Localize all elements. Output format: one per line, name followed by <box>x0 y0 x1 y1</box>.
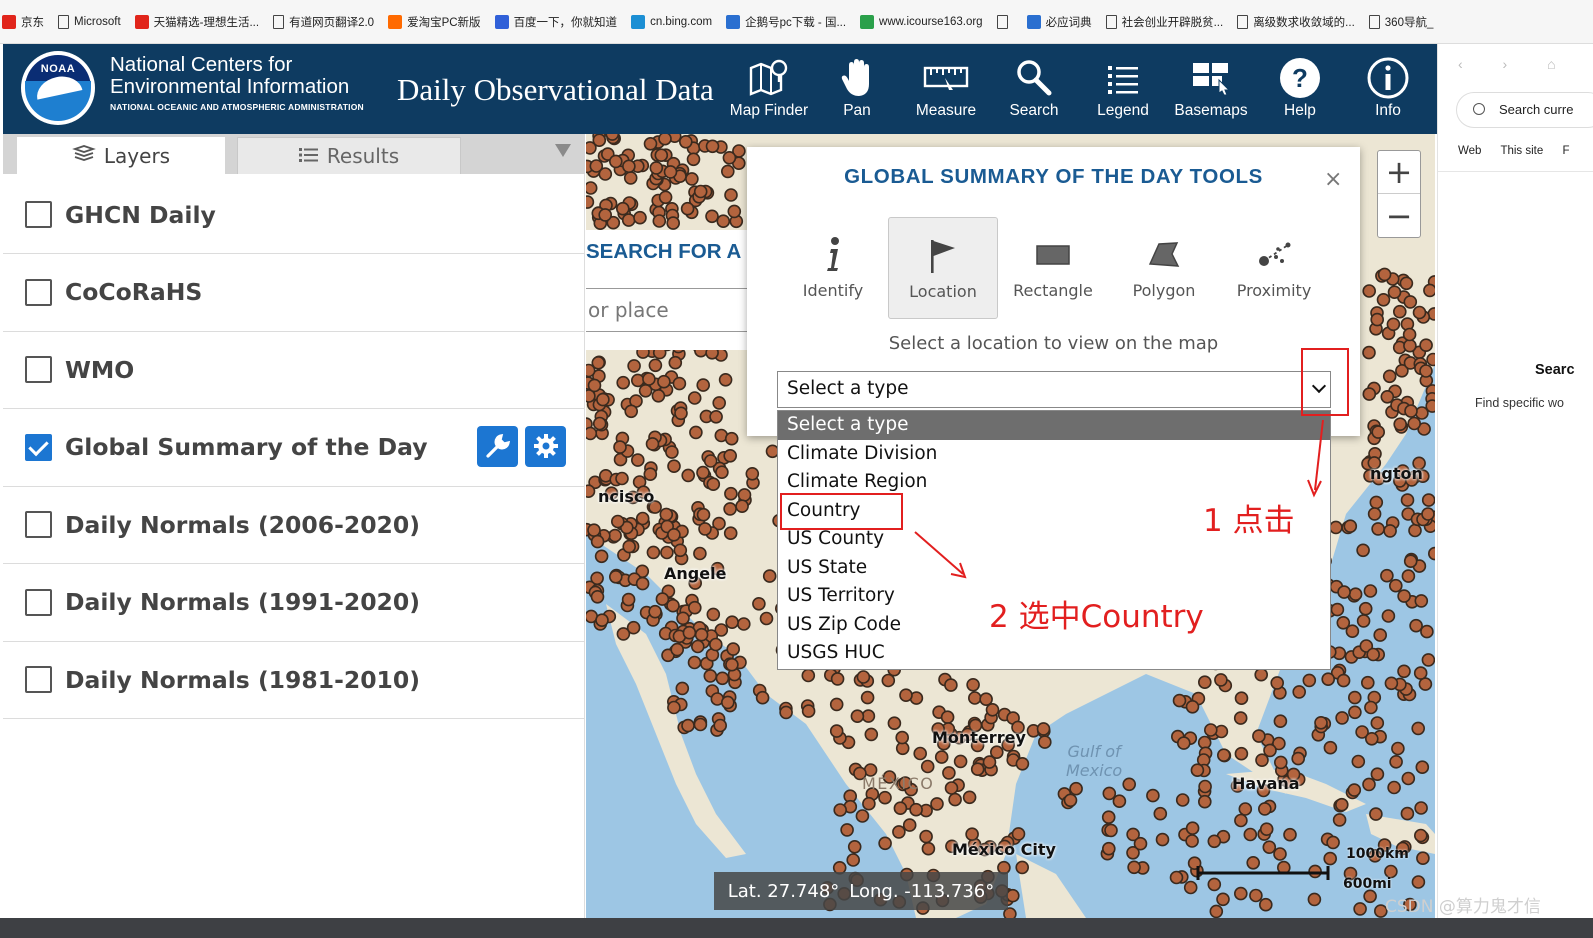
pane-search-placeholder: Search curre <box>1499 102 1574 117</box>
pane-nav-arrows[interactable]: ‹ › ⌂ <box>1458 56 1574 72</box>
annotation-step2: 2 选中Country <box>989 599 1204 635</box>
bottom-bar <box>0 918 1593 938</box>
pane-tabs: Web This site F <box>1458 145 1586 157</box>
annotation-arrows <box>914 419 1324 579</box>
pane-heading: Searc <box>1535 362 1575 378</box>
search-icon <box>1473 103 1485 115</box>
pane-tab-this-site[interactable]: This site <box>1500 145 1543 157</box>
annotation-step1: 1 点击 <box>1203 503 1295 539</box>
pane-subtext: Find specific wo <box>1475 396 1564 410</box>
browser-side-pane: ‹ › ⌂ Search curre Web This site F Searc… <box>1437 44 1593 938</box>
watermark: CSDN @算力鬼才信 <box>1385 897 1541 917</box>
pane-tab-more[interactable]: F <box>1562 145 1569 157</box>
pane-search-input[interactable]: Search curre <box>1456 92 1593 128</box>
pane-tab-web[interactable]: Web <box>1458 145 1481 157</box>
